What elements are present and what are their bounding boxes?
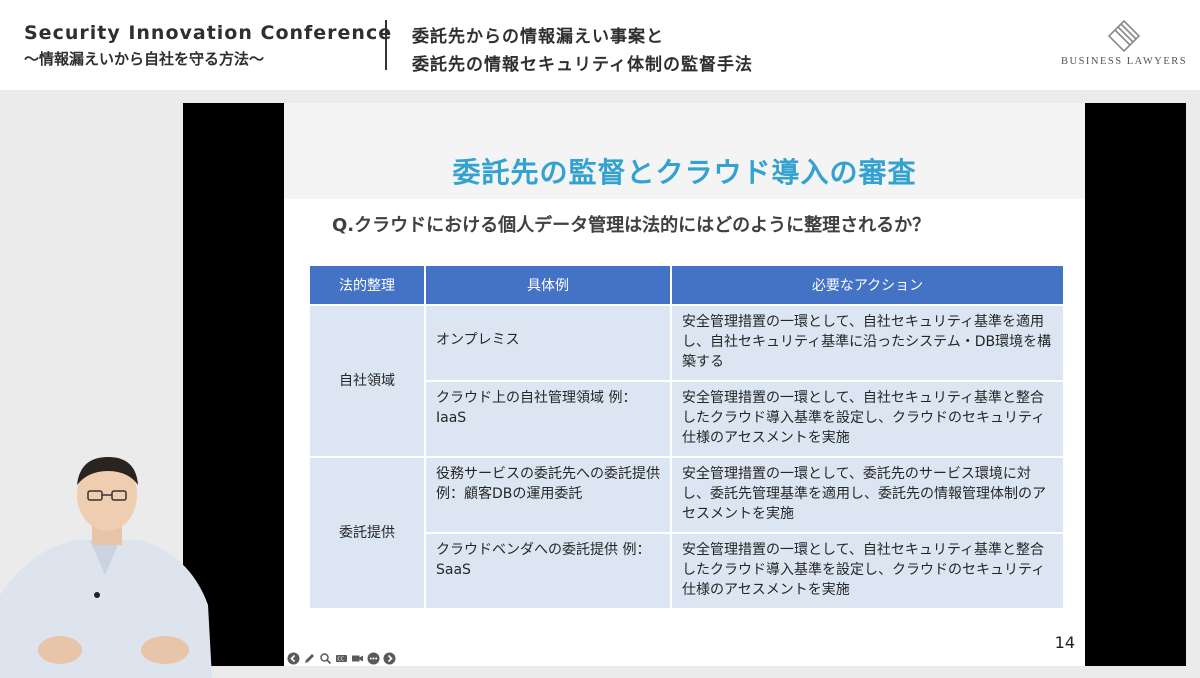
business-lawyers-logo-icon <box>1107 19 1141 53</box>
pen-icon[interactable] <box>303 652 316 665</box>
player-toolbar: CC <box>287 650 396 666</box>
column-header-legal: 法的整理 <box>310 266 424 304</box>
camera-icon[interactable] <box>351 652 364 665</box>
talk-title-line2: 委託先の情報セキュリティ体制の監督手法 <box>412 55 753 75</box>
category-cell: 自社領域 <box>310 306 424 456</box>
captions-icon[interactable]: CC <box>335 652 348 665</box>
legal-arrangement-table: 法的整理 具体例 必要なアクション 自社領域 オンプレミス 安全管理措置の一環と… <box>308 264 1065 610</box>
action-cell: 安全管理措置の一環として、自社セキュリティ基準と整合したクラウド導入基準を設定し… <box>672 534 1063 608</box>
forward-icon[interactable] <box>383 652 396 665</box>
conference-subtitle: 〜情報漏えいから自社を守る方法〜 <box>24 50 265 68</box>
zoom-icon[interactable] <box>319 652 332 665</box>
presenter-video <box>0 457 212 678</box>
slide-title: 委託先の監督とクラウド導入の審査 <box>452 156 917 189</box>
conference-title: Security Innovation Conference <box>24 22 393 44</box>
table-header-row: 法的整理 具体例 必要なアクション <box>310 266 1063 304</box>
svg-text:CC: CC <box>337 656 344 662</box>
more-icon[interactable] <box>367 652 380 665</box>
back-icon[interactable] <box>287 652 300 665</box>
example-cell: オンプレミス <box>426 306 670 380</box>
example-cell: クラウド上の自社管理領域 例：IaaS <box>426 382 670 456</box>
logo-text: BUSINESS LAWYERS <box>1061 56 1188 67</box>
column-header-action: 必要なアクション <box>672 266 1063 304</box>
example-cell: クラウドベンダへの委託提供 例：SaaS <box>426 534 670 608</box>
table-row: 委託提供 役務サービスの委託先への委託提供 例：顧客DBの運用委託 安全管理措置… <box>310 458 1063 608</box>
conference-header: Security Innovation Conference 〜情報漏えいから自… <box>0 0 1200 90</box>
presentation-slide: 委託先の監督とクラウド導入の審査 Q.クラウドにおける個人データ管理は法的にはど… <box>284 103 1085 666</box>
action-cell: 安全管理措置の一環として、自社セキュリティ基準を適用し、自社セキュリティ基準に沿… <box>672 306 1063 380</box>
slide-page-number: 14 <box>1054 633 1075 652</box>
action-cell: 安全管理措置の一環として、委託先のサービス環境に対し、委託先管理基準を適用し、委… <box>672 458 1063 532</box>
letterbox-right <box>1085 103 1186 666</box>
column-header-example: 具体例 <box>426 266 670 304</box>
slide-question: Q.クラウドにおける個人データ管理は法的にはどのように整理されるか？ <box>332 215 931 236</box>
talk-title-line1: 委託先からの情報漏えい事案と <box>412 27 664 47</box>
example-cell: 役務サービスの委託先への委託提供 例：顧客DBの運用委託 <box>426 458 670 532</box>
table-row: 自社領域 オンプレミス 安全管理措置の一環として、自社セキュリティ基準を適用し、… <box>310 306 1063 456</box>
category-cell: 委託提供 <box>310 458 424 608</box>
header-divider <box>385 20 387 70</box>
action-cell: 安全管理措置の一環として、自社セキュリティ基準と整合したクラウド導入基準を設定し… <box>672 382 1063 456</box>
